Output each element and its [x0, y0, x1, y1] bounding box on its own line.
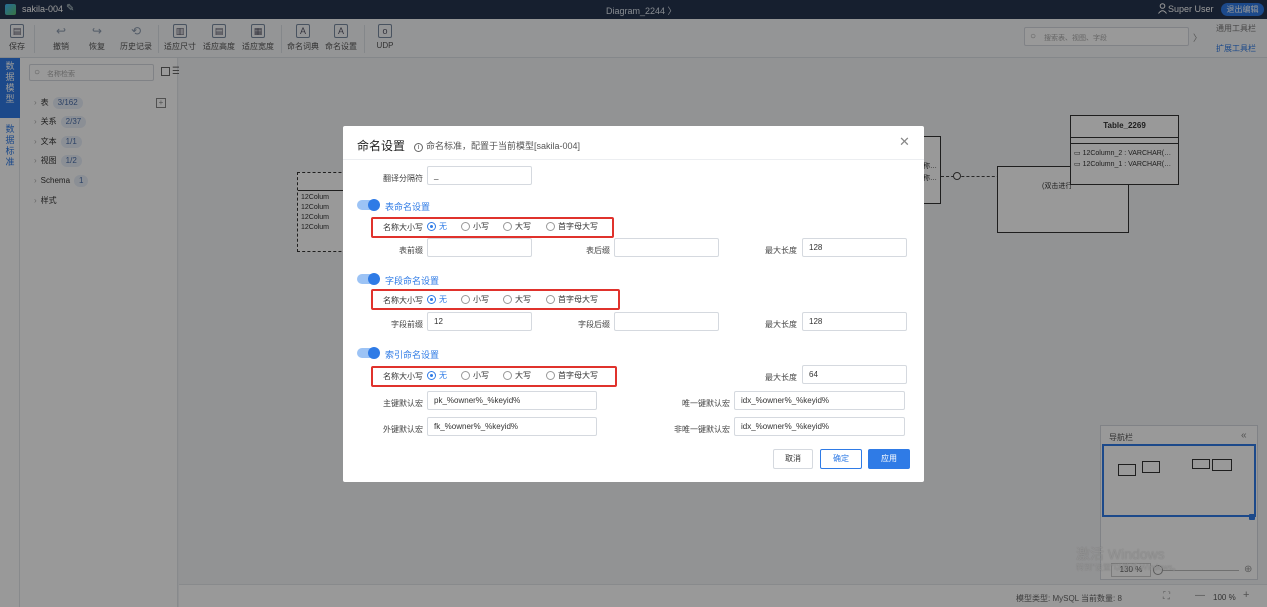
field-prefix-label: 字段前缀 — [391, 320, 423, 329]
table-case-none[interactable]: 无 — [427, 221, 447, 232]
table-prefix-label: 表前缀 — [399, 246, 423, 255]
field-suffix-input[interactable] — [614, 312, 719, 331]
table-maxlen-input[interactable]: 128 — [802, 238, 907, 257]
table-maxlen-label: 最大长度 — [765, 246, 797, 255]
dialog-info: i 命名标准，配置于当前模型[sakila-004] — [414, 139, 580, 152]
field-maxlen-input[interactable]: 128 — [802, 312, 907, 331]
index-maxlen-input[interactable]: 64 — [802, 365, 907, 384]
nuk-macro-input[interactable]: idx_%owner%_%keyid% — [734, 417, 905, 436]
naming-settings-dialog: 命名设置 i 命名标准，配置于当前模型[sakila-004] ✕ 翻译分隔符 _… — [343, 126, 924, 482]
table-prefix-input[interactable] — [427, 238, 532, 257]
field-naming-toggle[interactable] — [357, 273, 380, 285]
index-case-capitalize[interactable]: 首字母大写 — [546, 370, 598, 381]
uk-macro-input[interactable]: idx_%owner%_%keyid% — [734, 391, 905, 410]
table-suffix-label: 表后缀 — [586, 246, 610, 255]
field-maxlen-label: 最大长度 — [765, 320, 797, 329]
ok-button[interactable]: 确定 — [820, 449, 862, 469]
field-case-lower[interactable]: 小写 — [461, 294, 489, 305]
section-title-table: 表命名设置 — [385, 202, 431, 212]
field-case-capitalize[interactable]: 首字母大写 — [546, 294, 598, 305]
table-case-radio-group: 名称大小写 无 小写 大写 首字母大写 — [383, 221, 598, 232]
close-icon[interactable]: ✕ — [899, 134, 910, 150]
index-maxlen-label: 最大长度 — [765, 373, 797, 382]
index-naming-toggle[interactable] — [357, 347, 380, 359]
table-case-upper[interactable]: 大写 — [503, 221, 531, 232]
index-case-lower[interactable]: 小写 — [461, 370, 489, 381]
index-case-none[interactable]: 无 — [427, 370, 447, 381]
info-icon: i — [414, 143, 423, 152]
index-case-upper[interactable]: 大写 — [503, 370, 531, 381]
field-case-none[interactable]: 无 — [427, 294, 447, 305]
table-suffix-input[interactable] — [614, 238, 719, 257]
fk-macro-input[interactable]: fk_%owner%_%keyid% — [427, 417, 597, 436]
field-case-radio-group: 名称大小写 无 小写 大写 首字母大写 — [383, 294, 598, 305]
dialog-title: 命名设置 — [357, 139, 406, 153]
cancel-button[interactable]: 取消 — [773, 449, 813, 469]
table-naming-toggle[interactable] — [357, 199, 380, 211]
apply-button[interactable]: 应用 — [868, 449, 910, 469]
table-case-lower[interactable]: 小写 — [461, 221, 489, 232]
section-title-field: 字段命名设置 — [385, 276, 440, 286]
translate-sep-input[interactable]: _ — [427, 166, 532, 185]
index-case-radio-group: 名称大小写 无 小写 大写 首字母大写 — [383, 370, 598, 381]
translate-sep-label: 翻译分隔符 — [383, 174, 423, 183]
field-prefix-input[interactable]: 12 — [427, 312, 532, 331]
pk-macro-input[interactable]: pk_%owner%_%keyid% — [427, 391, 597, 410]
section-title-index: 索引命名设置 — [385, 350, 440, 360]
fk-macro-label: 外键默认宏 — [383, 425, 423, 434]
table-case-capitalize[interactable]: 首字母大写 — [546, 221, 598, 232]
uk-macro-label: 唯一键默认宏 — [682, 399, 730, 408]
field-case-upper[interactable]: 大写 — [503, 294, 531, 305]
field-suffix-label: 字段后缀 — [578, 320, 610, 329]
pk-macro-label: 主键默认宏 — [383, 399, 423, 408]
nuk-macro-label: 非唯一键默认宏 — [674, 425, 730, 434]
